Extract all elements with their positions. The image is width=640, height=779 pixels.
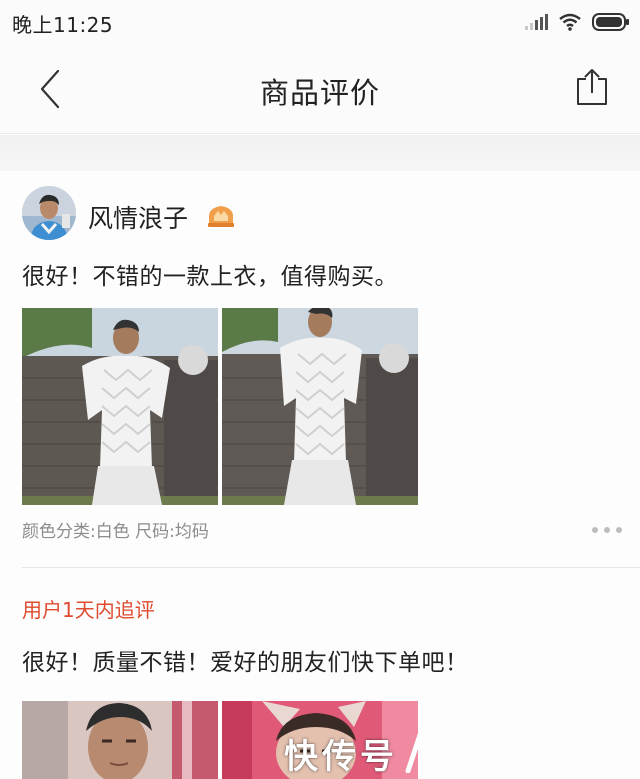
review-photo[interactable] — [22, 308, 218, 505]
vip-crown-icon — [208, 206, 234, 227]
nav-bar: 商品评价 — [0, 44, 640, 134]
watermark: 快传号 — [284, 730, 424, 777]
section-gap — [0, 135, 640, 171]
more-dots-icon[interactable] — [592, 520, 622, 540]
watermark-text: 快传号 — [284, 736, 398, 777]
sku-info: 颜色分类:白色 尺码:均码 — [22, 522, 209, 542]
followup-text: 很好！质量不错！爱好的朋友们快下单吧！ — [22, 650, 469, 676]
page-title: 商品评价 — [259, 76, 380, 110]
review-photo-image — [22, 308, 218, 505]
review-photo[interactable] — [222, 308, 418, 505]
reviewer-name[interactable]: 风情浪子 — [88, 199, 188, 235]
status-bar: 晚上11:25 — [0, 0, 640, 44]
share-icon — [577, 69, 607, 105]
battery-icon — [592, 13, 629, 31]
followup-label: 用户1天内追评 — [22, 598, 155, 622]
followup-photo[interactable] — [22, 701, 218, 779]
avatar[interactable] — [22, 186, 76, 240]
wifi-icon — [559, 13, 581, 31]
share-button[interactable] — [572, 64, 612, 110]
review-card: 风情浪子 很好！不错的一款上衣，值得购买。 颜色分类:白色 尺码:均码 用户1天… — [0, 171, 640, 779]
signal-icon — [525, 14, 548, 30]
review-photo-image — [222, 308, 418, 505]
watermark-slash-icon — [405, 733, 423, 773]
divider — [22, 567, 640, 568]
status-time: 晚上11:25 — [12, 13, 114, 37]
followup-photo-image — [22, 701, 218, 779]
avatar-image — [22, 186, 76, 240]
status-icons — [524, 10, 630, 34]
review-text: 很好！不错的一款上衣，值得购买。 — [22, 264, 398, 290]
